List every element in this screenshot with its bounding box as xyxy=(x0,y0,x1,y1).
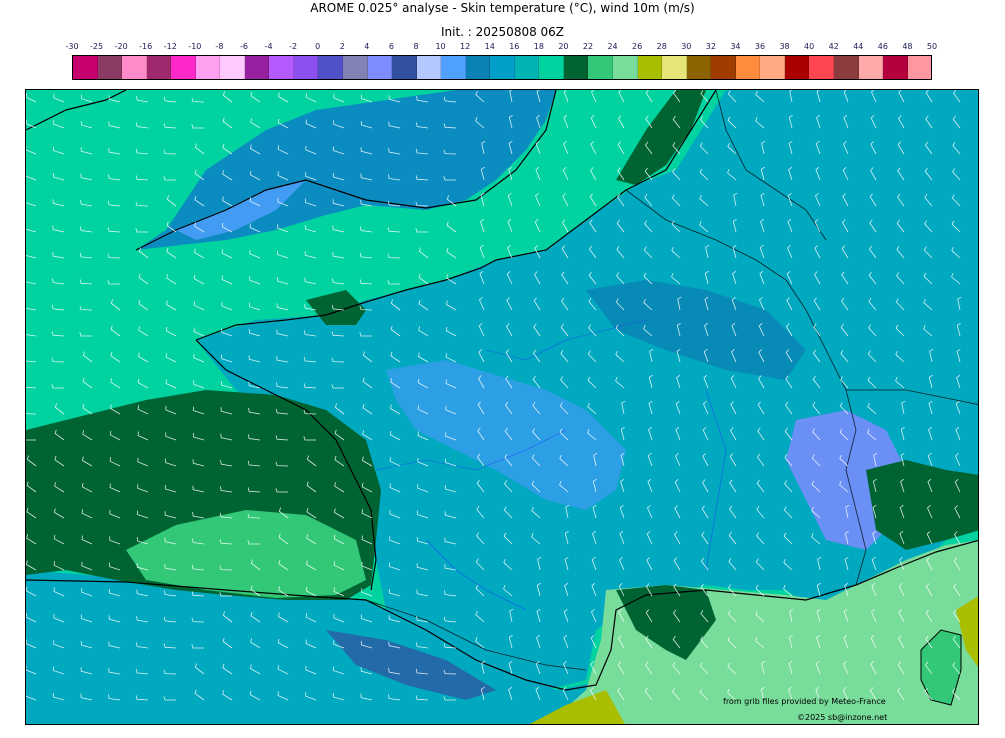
colorbar-tick-label: -12 xyxy=(163,42,177,51)
colorbar-tick-label: 8 xyxy=(413,42,419,51)
colorbar-tick-label: 30 xyxy=(681,42,692,51)
colorbar-cell xyxy=(686,56,712,79)
colorbar-tick-label: 40 xyxy=(804,42,815,51)
colorbar-tick-label: 4 xyxy=(364,42,370,51)
colorbar-cell xyxy=(735,56,761,79)
colorbar-cell xyxy=(146,56,172,79)
colorbar-tick-label: -10 xyxy=(188,42,202,51)
colorbar-tick-label: 12 xyxy=(460,42,471,51)
colorbar-tick-label: 20 xyxy=(558,42,569,51)
colorbar-tick-label: 42 xyxy=(828,42,839,51)
colorbar-cell xyxy=(809,56,834,79)
colorbar xyxy=(72,55,932,80)
colorbar-cell xyxy=(858,56,884,79)
copyright-credit: ©2025 sb@inzone.net xyxy=(797,713,888,722)
colorbar-tick-label: 22 xyxy=(582,42,594,51)
colorbar-tick-label: 24 xyxy=(607,42,618,51)
colorbar-cell xyxy=(293,56,319,79)
colorbar-cell xyxy=(97,56,123,79)
colorbar-tick-label: 44 xyxy=(853,42,864,51)
colorbar-cell xyxy=(244,56,270,79)
colorbar-tick-label: -6 xyxy=(240,42,248,51)
temperature-map xyxy=(26,90,978,724)
colorbar-tick-label: 28 xyxy=(656,42,667,51)
colorbar-tick-label: -20 xyxy=(114,42,128,51)
colorbar-cell xyxy=(613,56,638,79)
colorbar-tick-labels: -30 -25 -20 -16 -12 -10 -8 -6 -4 -2 0 2 4 6 8 10 12 14 16 1… xyxy=(65,42,937,54)
colorbar-tick-label: 38 xyxy=(779,42,790,51)
colorbar-cell xyxy=(662,56,687,79)
colorbar-cell xyxy=(539,56,564,79)
colorbar-cell xyxy=(588,56,614,79)
colorbar-tick-label: -25 xyxy=(90,42,104,51)
map-title: AROME 0.025° analyse - Skin temperature … xyxy=(310,1,695,15)
colorbar-cell xyxy=(171,56,196,79)
colorbar-tick-label: 34 xyxy=(730,42,741,51)
colorbar-cell xyxy=(637,56,663,79)
colorbar-cell xyxy=(441,56,466,79)
colorbar-cell xyxy=(563,56,589,79)
colorbar-cell xyxy=(392,56,417,79)
colorbar-tick-label: 50 xyxy=(926,42,938,51)
colorbar-tick-label: 26 xyxy=(632,42,643,51)
colorbar-tick-label: 2 xyxy=(339,42,345,51)
colorbar-tick-label: -16 xyxy=(139,42,153,51)
colorbar-tick-label: -8 xyxy=(215,42,224,51)
colorbar-cell xyxy=(73,56,98,79)
colorbar-cell xyxy=(784,56,810,79)
colorbar-tick-label: -2 xyxy=(289,42,298,51)
colorbar-cell xyxy=(122,56,147,79)
colorbar-cell xyxy=(195,56,221,79)
colorbar-tick-label: 0 xyxy=(315,42,321,51)
colorbar-tick-label: 10 xyxy=(435,42,446,51)
map-panel xyxy=(25,89,979,725)
colorbar-tick-label: -4 xyxy=(264,42,273,51)
colorbar-cell xyxy=(465,56,491,79)
colorbar-cell xyxy=(367,56,393,79)
data-source-credit: from grib files provided by Meteo-France xyxy=(723,697,886,706)
colorbar-cell xyxy=(343,56,368,79)
colorbar-tick-label: 14 xyxy=(484,42,495,51)
colorbar-tick-label: 46 xyxy=(877,42,888,51)
colorbar-cell xyxy=(514,56,540,79)
colorbar-cell xyxy=(883,56,908,79)
colorbar-cell xyxy=(711,56,736,79)
colorbar-tick-label: 32 xyxy=(705,42,716,51)
colorbar-cell xyxy=(416,56,442,79)
colorbar-tick-label: 16 xyxy=(509,42,520,51)
colorbar-tick-label: -30 xyxy=(65,42,79,51)
colorbar-tick-label: 36 xyxy=(754,42,766,51)
colorbar-cell xyxy=(269,56,294,79)
colorbar-cell xyxy=(833,56,859,79)
colorbar-cell xyxy=(907,56,932,79)
colorbar-cell xyxy=(220,56,245,79)
colorbar-cell xyxy=(318,56,344,79)
colorbar-cell xyxy=(490,56,515,79)
colorbar-tick-label: 18 xyxy=(533,42,544,51)
colorbar-tick-label: 48 xyxy=(902,42,913,51)
colorbar-cell xyxy=(760,56,785,79)
init-time: Init. : 20250808 06Z xyxy=(440,25,565,39)
colorbar-tick-label: 6 xyxy=(388,42,394,51)
